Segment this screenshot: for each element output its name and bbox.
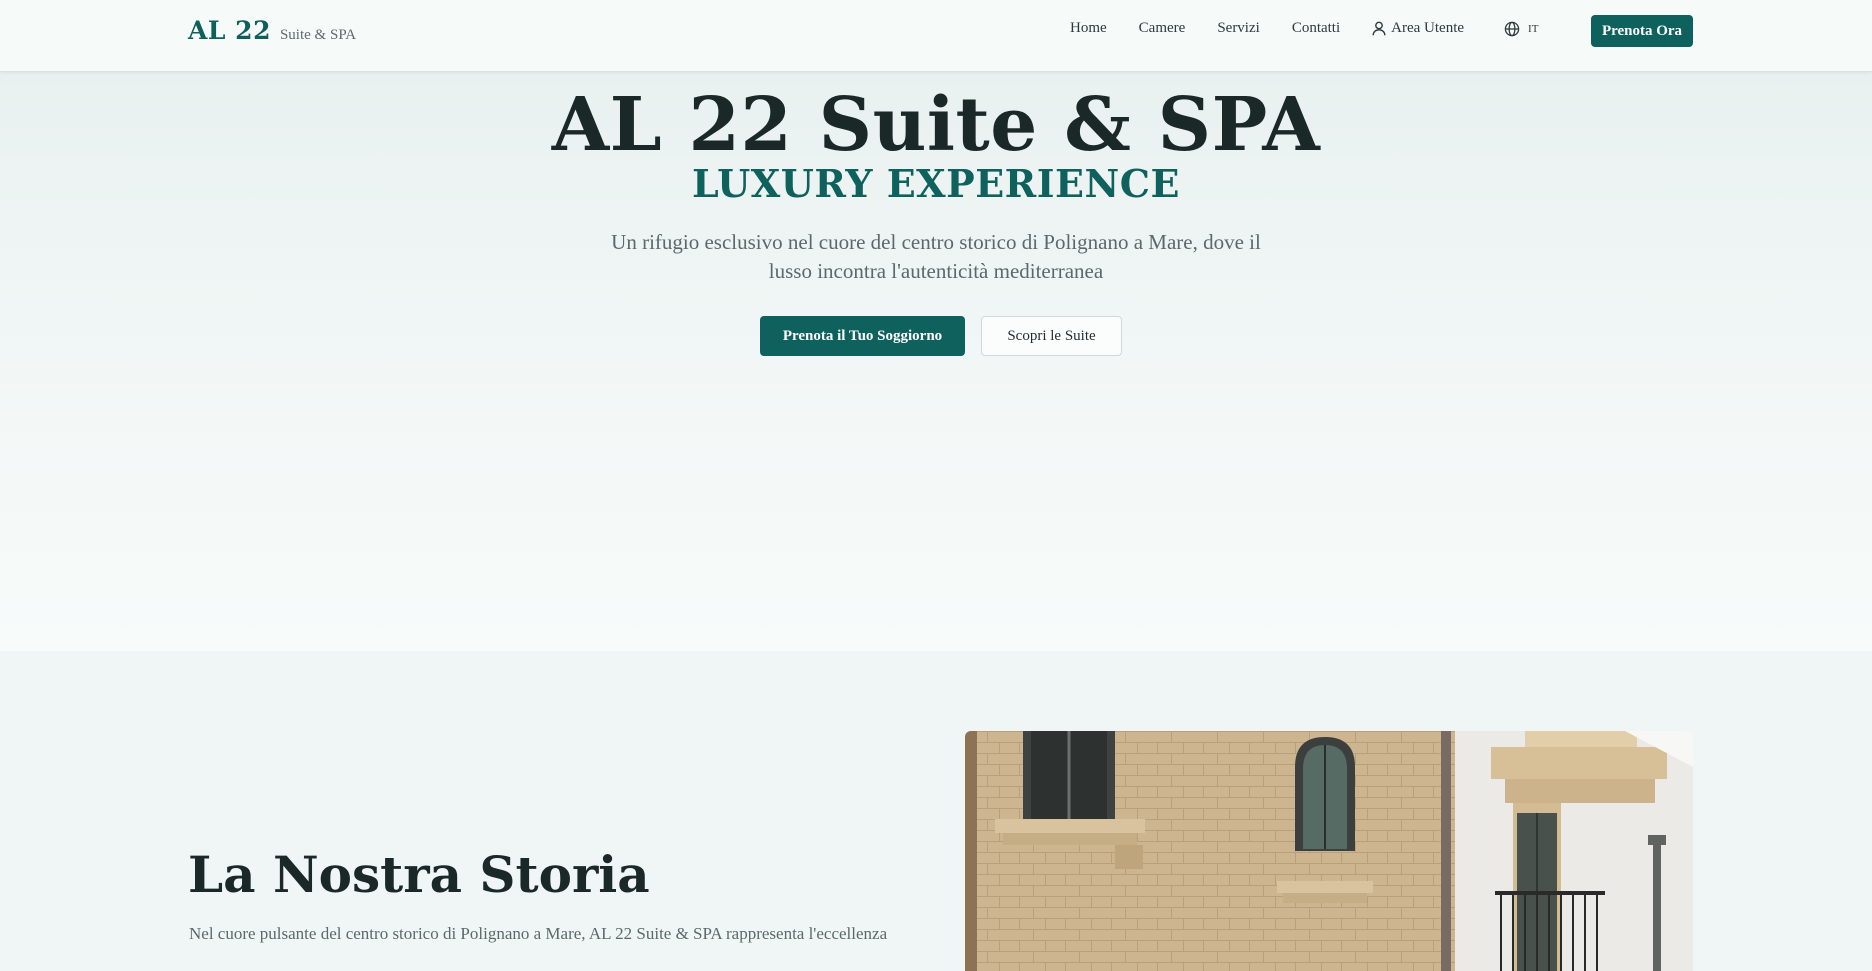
nav-link-home[interactable]: Home <box>1070 20 1107 37</box>
hero-title: AL 22 Suite & SPA <box>551 82 1321 168</box>
story-section: La Nostra Storia Nel cuore pulsante del … <box>0 651 1872 971</box>
logo[interactable]: AL 22 Suite & SPA <box>188 16 356 45</box>
language-label: IT <box>1528 22 1539 35</box>
nav-link-camere[interactable]: Camere <box>1139 20 1186 37</box>
area-utente-label: Area Utente <box>1391 20 1465 36</box>
book-stay-button[interactable]: Prenota il Tuo Soggiorno <box>760 316 965 356</box>
nav-links: Home Camere Servizi Contatti Area Utente… <box>1070 20 1538 37</box>
area-utente-link[interactable]: Area Utente <box>1372 20 1464 37</box>
building-facade-image <box>965 731 1693 971</box>
globe-icon <box>1504 21 1520 36</box>
hero-description: Un rifugio esclusivo nel cuore del centr… <box>611 230 1261 283</box>
story-text: Nel cuore pulsante del centro storico di… <box>189 924 888 943</box>
logo-main-text: AL 22 <box>188 16 271 45</box>
nav-link-contatti[interactable]: Contatti <box>1292 20 1340 37</box>
top-navbar: AL 22 Suite & SPA Home Camere Servizi Co… <box>0 0 1872 72</box>
logo-sub-text: Suite & SPA <box>279 27 357 43</box>
prenota-ora-button[interactable]: Prenota Ora <box>1591 15 1693 47</box>
language-selector[interactable]: IT <box>1504 21 1538 37</box>
story-title: La Nostra Storia <box>188 845 650 904</box>
discover-suites-button[interactable]: Scopri le Suite <box>981 316 1122 356</box>
user-icon <box>1372 21 1386 36</box>
nav-link-servizi[interactable]: Servizi <box>1217 20 1260 37</box>
hero-subtitle: LUXURY EXPERIENCE <box>692 161 1180 206</box>
hero-section: AL 22 Suite & SPA LUXURY EXPERIENCE Un r… <box>0 72 1872 651</box>
